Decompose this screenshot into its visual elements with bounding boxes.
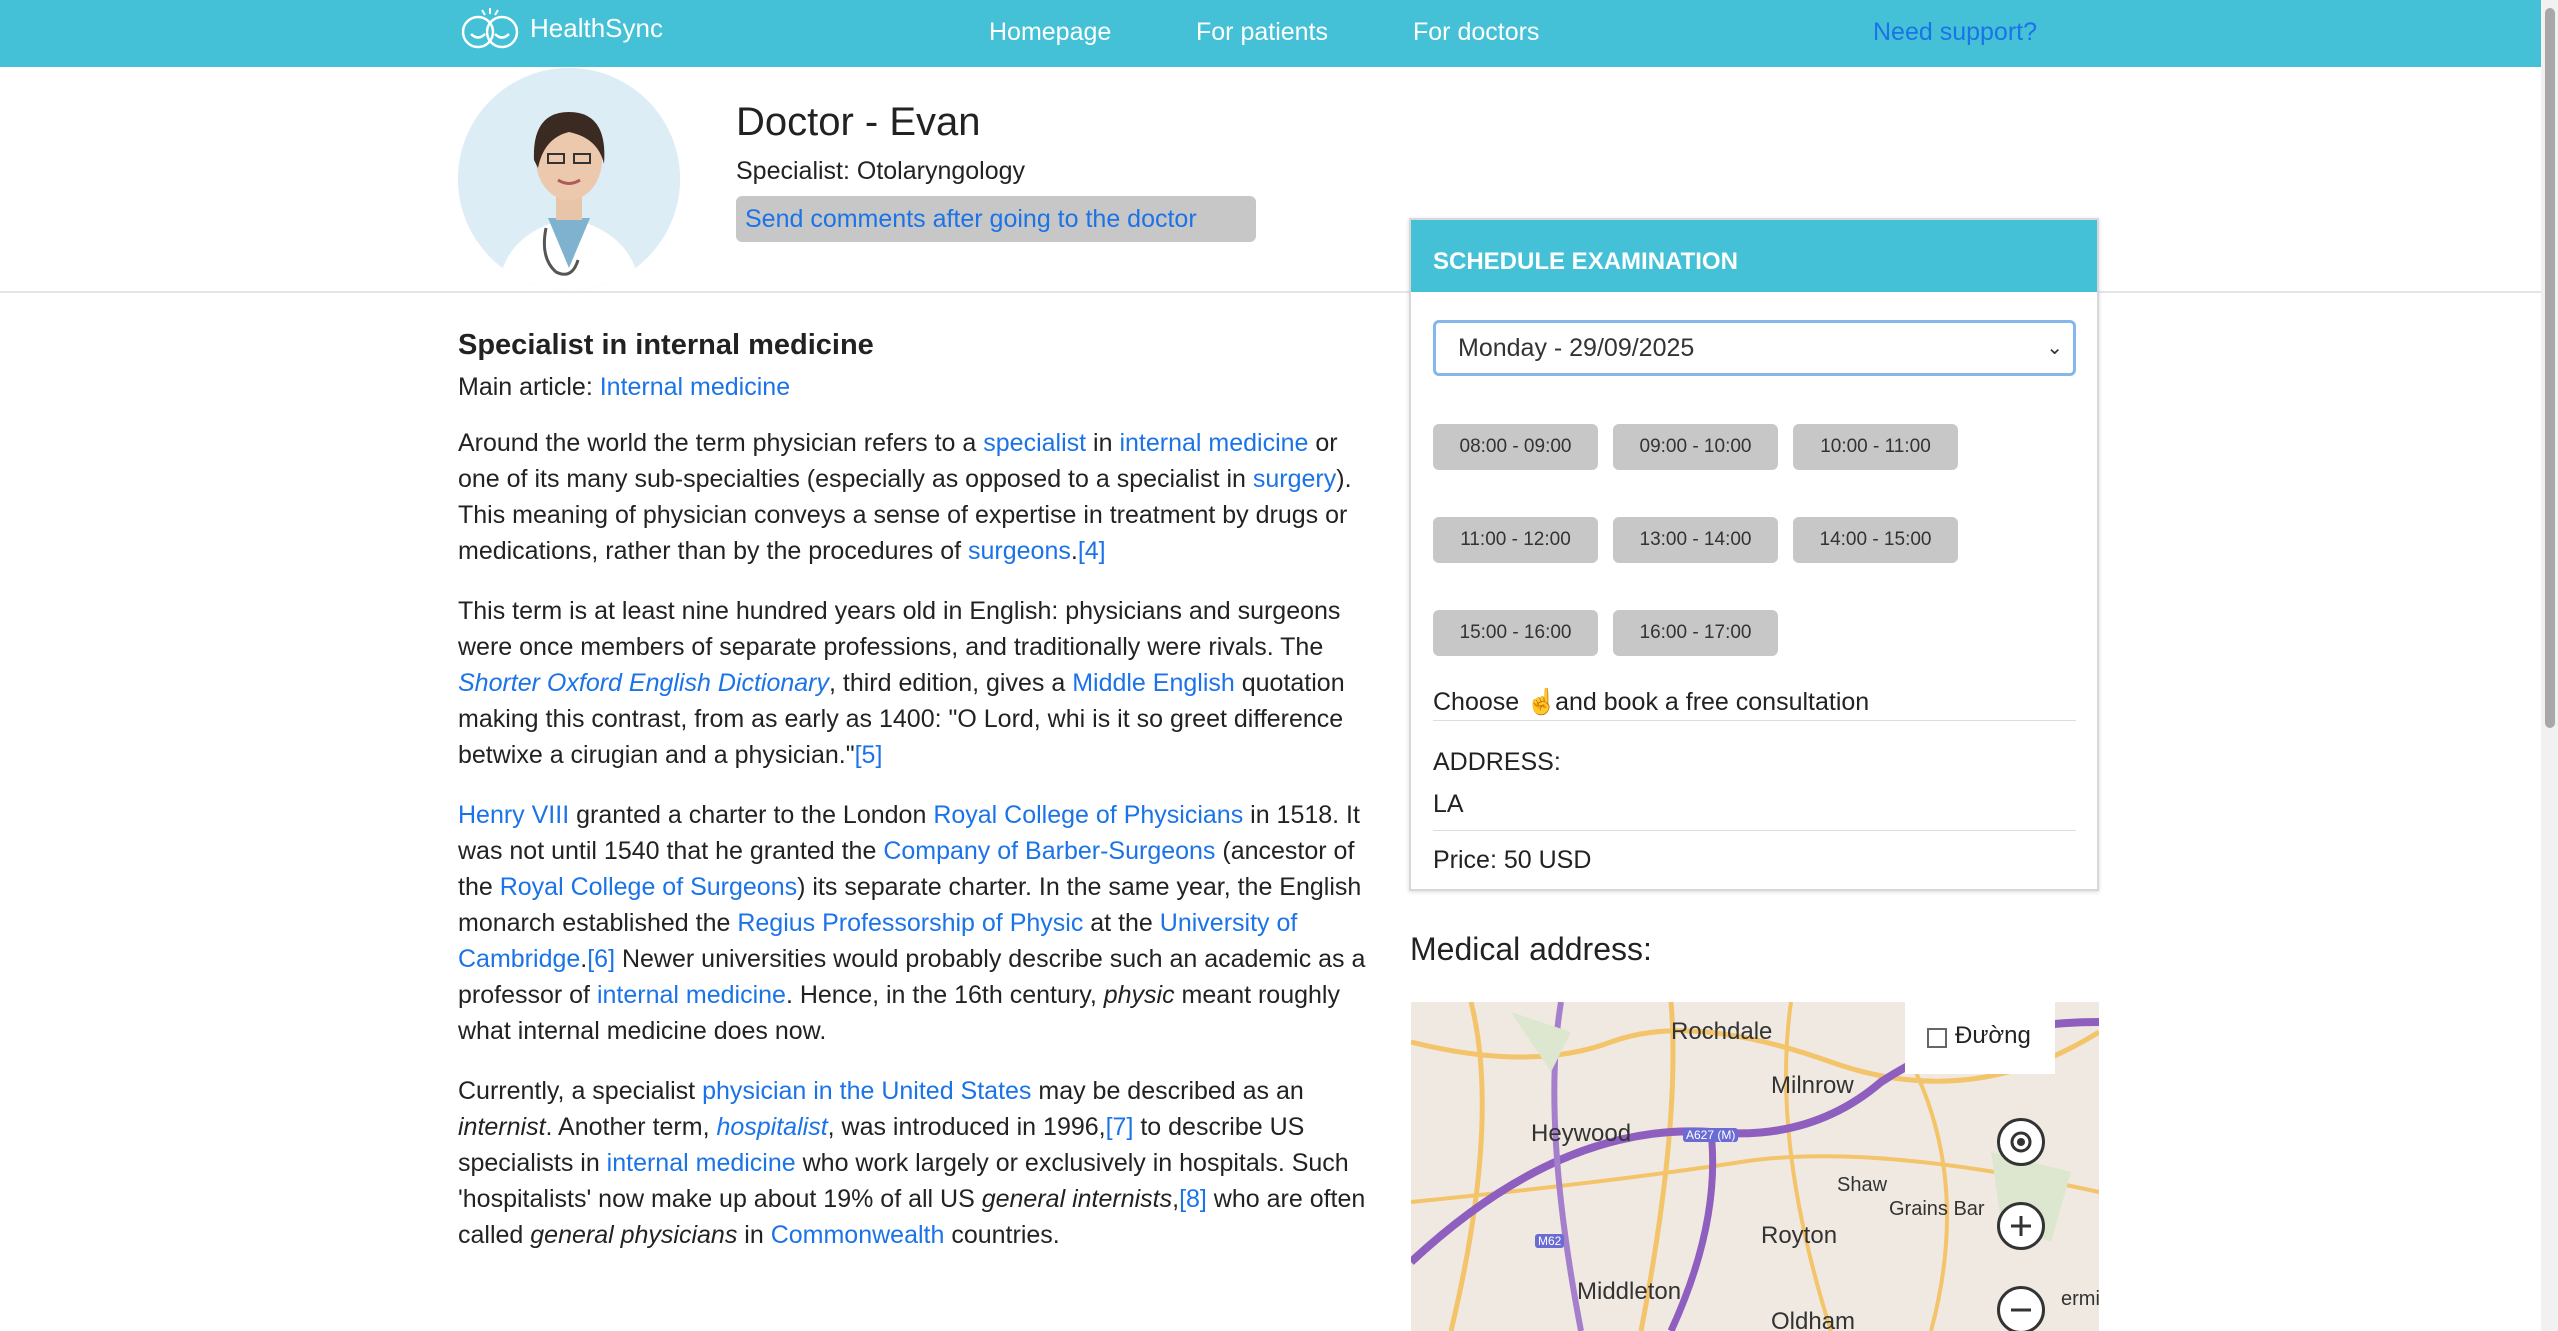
article-paragraph: Currently, a specialist physician in the… (458, 1077, 1366, 1249)
map-type-label: Đường (1955, 1022, 2031, 1049)
time-slot[interactable]: 13:00 - 14:00 (1613, 517, 1778, 563)
citation-link[interactable]: [4] (1078, 537, 1106, 565)
date-select-value: Monday - 29/09/2025 (1458, 334, 1695, 362)
target-icon (2010, 1131, 2032, 1153)
article-heading: Specialist in internal medicine (458, 329, 874, 361)
article-link[interactable]: Royal College of Physicians (933, 801, 1243, 829)
article-link[interactable]: internal medicine (1119, 429, 1308, 457)
map-place-label: Heywood (1531, 1120, 1632, 1147)
doctor-photo (458, 68, 680, 290)
scrollbar-thumb[interactable] (2545, 8, 2555, 728)
article-link[interactable]: Company of Barber-Surgeons (883, 837, 1215, 865)
article-link[interactable]: Commonwealth (771, 1221, 945, 1249)
medical-address-title: Medical address: (1410, 931, 1652, 967)
choose-suffix: and book a free consultation (1555, 688, 1870, 716)
choose-prefix: Choose (1433, 688, 1520, 716)
need-support-link[interactable]: Need support? (1873, 18, 2037, 47)
time-slot[interactable]: 10:00 - 11:00 (1793, 424, 1958, 470)
article-content: Specialist in internal medicine Main art… (458, 325, 1383, 1277)
article-link[interactable]: Regius Professorship of Physic (737, 909, 1083, 937)
price-text: Price: 50 USD (1433, 846, 1592, 874)
map-place-label: Milnrow (1771, 1072, 1854, 1099)
brand-name: HealthSync (530, 12, 663, 43)
map-place-label: Rochdale (1671, 1018, 1773, 1045)
time-slot[interactable]: 14:00 - 15:00 (1793, 517, 1958, 563)
map-place-label: Royton (1761, 1222, 1838, 1249)
divider (1433, 830, 2076, 831)
article-link[interactable]: Henry VIII (458, 801, 569, 829)
article-link[interactable]: internal medicine (607, 1149, 796, 1177)
map-place-label: Shaw (1837, 1174, 1888, 1196)
nav-homepage[interactable]: Homepage (989, 18, 1111, 47)
main-article-line: Main article: Internal medicine (458, 369, 1383, 405)
article-link[interactable]: physician in the United States (702, 1077, 1031, 1105)
time-slot[interactable]: 08:00 - 09:00 (1433, 424, 1598, 470)
article-paragraph: This term is at least nine hundred years… (458, 597, 1345, 769)
date-select[interactable]: Monday - 29/09/2025 ⌄ (1433, 320, 2076, 376)
map[interactable]: Rochdale Milnrow Heywood Shaw Grains Bar… (1411, 1002, 2099, 1331)
chevron-down-icon: ⌄ (2046, 337, 2063, 359)
time-slot[interactable]: 16:00 - 17:00 (1613, 610, 1778, 656)
nav-for-doctors[interactable]: For doctors (1413, 18, 1539, 47)
main-article-prefix: Main article: (458, 373, 600, 401)
brand-logo[interactable]: HealthSync (458, 6, 663, 50)
map-place-label: Oldham (1771, 1308, 1856, 1331)
plus-icon (2011, 1216, 2031, 1236)
article-link[interactable]: Shorter Oxford English Dictionary (458, 669, 829, 697)
address-value: LA (1433, 790, 1464, 818)
minus-icon (2011, 1308, 2031, 1312)
time-slot[interactable]: 11:00 - 12:00 (1433, 517, 1598, 563)
doctor-specialty: Specialist: Otolaryngology (736, 157, 1026, 185)
citation-link[interactable]: [5] (855, 741, 883, 769)
map-place-label: Middleton (1577, 1278, 1682, 1305)
hand-pointer-icon: ☝ (1526, 688, 1558, 716)
map-road-label: A627 (M) (1683, 1128, 1739, 1142)
citation-link[interactable]: [6] (587, 945, 615, 973)
divider (1433, 720, 2076, 721)
send-comments-button[interactable]: Send comments after going to the doctor (736, 196, 1256, 242)
map-road-label: M62 (1535, 1234, 1565, 1248)
top-navbar: HealthSync Homepage For patients For doc… (0, 0, 2541, 67)
time-slot[interactable]: 09:00 - 10:00 (1613, 424, 1778, 470)
article-link[interactable]: specialist (983, 429, 1086, 457)
zoom-in-button[interactable] (1997, 1202, 2045, 1250)
time-slot[interactable]: 15:00 - 16:00 (1433, 610, 1598, 656)
zoom-out-button[interactable] (1997, 1286, 2045, 1331)
citation-link[interactable]: [8] (1179, 1185, 1207, 1213)
article-link[interactable]: Middle English (1072, 669, 1235, 697)
schedule-panel: SCHEDULE EXAMINATION Monday - 29/09/2025… (1409, 218, 2099, 891)
map-type-toggle[interactable]: Đường (1905, 1002, 2055, 1074)
article-link[interactable]: surgery (1253, 465, 1336, 493)
article-link[interactable]: surgeons (968, 537, 1071, 565)
logo-icon (461, 8, 519, 49)
article-paragraph: Henry VIII granted a charter to the Lond… (458, 801, 1366, 1045)
schedule-title: SCHEDULE EXAMINATION (1411, 220, 2097, 292)
address-label: ADDRESS: (1433, 748, 1561, 776)
map-place-label: Grains Bar (1889, 1198, 1985, 1220)
article-link[interactable]: internal medicine (597, 981, 786, 1009)
article-paragraph: Around the world the term physician refe… (458, 429, 1352, 565)
choose-consultation-text: Choose ☝ and book a free consultation (1433, 688, 1869, 717)
road-map-icon (1927, 1028, 1947, 1048)
internal-medicine-link[interactable]: Internal medicine (600, 373, 790, 401)
doctor-name: Doctor - Evan (736, 100, 981, 144)
article-link[interactable]: hospitalist (716, 1113, 827, 1141)
citation-link[interactable]: [7] (1106, 1113, 1134, 1141)
article-link[interactable]: Royal College of Surgeons (500, 873, 797, 901)
locate-me-button[interactable] (1997, 1118, 2045, 1166)
doctor-avatar (458, 68, 680, 290)
map-place-label: ermil (2061, 1288, 2099, 1310)
profile-divider (0, 291, 2541, 293)
nav-for-patients[interactable]: For patients (1196, 18, 1328, 47)
